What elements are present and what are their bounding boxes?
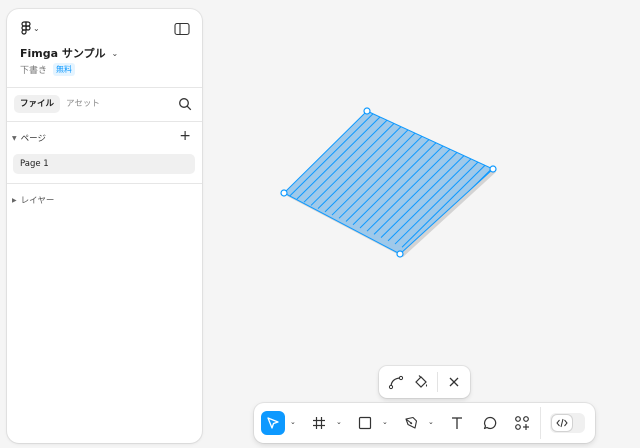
text-icon	[452, 417, 462, 429]
bottom-toolbar: ⌄ ⌄ ⌄ ⌄	[254, 403, 595, 443]
hatch-line	[507, 132, 640, 296]
canvas[interactable]	[0, 0, 640, 448]
hatch-line	[284, 111, 324, 135]
hatch-line	[108, 0, 274, 112]
hatch-line	[101, 0, 267, 109]
chevron-down-icon[interactable]: ⌄	[382, 418, 388, 426]
cursor-icon	[267, 417, 279, 429]
hatch-line	[284, 111, 359, 152]
hatch-line	[94, 0, 260, 106]
divider	[540, 407, 541, 439]
hatch-line	[542, 148, 640, 312]
hatch-line	[457, 111, 493, 254]
dev-mode-knob	[552, 415, 572, 431]
hatch-line	[45, 0, 211, 83]
hatch-line	[478, 118, 493, 254]
text-tool-button[interactable]	[445, 411, 469, 435]
shape-tool-button[interactable]	[353, 411, 377, 435]
hatch-line	[284, 111, 317, 132]
hatch-line	[66, 0, 232, 93]
actions-icon	[515, 416, 529, 430]
hatch-line	[514, 135, 640, 299]
hatch-line	[521, 138, 640, 302]
vector-edit-toolbar	[379, 366, 470, 398]
vertex-handle[interactable]	[280, 189, 288, 197]
rectangle-icon	[358, 416, 372, 430]
pen-tool-button[interactable]	[399, 411, 423, 435]
frame-icon	[313, 417, 325, 429]
hatch-line	[500, 128, 640, 292]
vertex-handle[interactable]	[363, 107, 371, 115]
hatch-line	[284, 111, 303, 126]
chevron-down-icon[interactable]: ⌄	[428, 418, 434, 426]
code-icon	[556, 418, 568, 428]
bend-tool-icon[interactable]	[388, 374, 404, 390]
hatch-line	[492, 124, 493, 254]
hatch-line	[528, 141, 640, 305]
hatch-line	[464, 111, 493, 254]
hatch-line	[80, 0, 246, 99]
hatch-line	[284, 111, 310, 129]
hatch-line	[38, 0, 204, 80]
hatch-line	[24, 0, 190, 73]
hatch-line	[31, 0, 197, 77]
selected-shape[interactable]	[24, 0, 640, 312]
close-icon[interactable]	[446, 374, 462, 390]
frame-tool-button[interactable]	[307, 411, 331, 435]
hatch-line	[284, 111, 345, 145]
hatch-line	[284, 111, 366, 155]
hatch-line	[535, 144, 640, 308]
hatch-line	[284, 111, 331, 139]
move-tool-button[interactable]	[261, 411, 285, 435]
shape-fill	[284, 111, 493, 254]
hatch-line	[284, 111, 289, 119]
vertex-handle[interactable]	[396, 250, 404, 258]
paint-bucket-icon[interactable]	[413, 374, 429, 390]
pen-icon	[405, 416, 418, 429]
chevron-down-icon[interactable]: ⌄	[290, 418, 296, 426]
hatch-line	[485, 121, 493, 254]
hatch-line	[284, 111, 338, 142]
comment-tool-button[interactable]	[478, 411, 502, 435]
hatch-line	[115, 0, 281, 115]
hatch-line	[284, 111, 296, 123]
divider	[437, 372, 438, 392]
hatch-line	[73, 0, 239, 96]
actions-tool-button[interactable]	[510, 411, 534, 435]
dev-mode-toggle[interactable]	[550, 413, 585, 433]
vertex-handle[interactable]	[489, 165, 497, 173]
hatch-line	[59, 0, 225, 90]
comment-icon	[483, 416, 497, 430]
hatch-line	[284, 111, 352, 148]
chevron-down-icon[interactable]: ⌄	[336, 418, 342, 426]
hatch-line	[471, 115, 493, 254]
hatch-line	[52, 0, 218, 86]
hatch-line	[87, 0, 253, 102]
